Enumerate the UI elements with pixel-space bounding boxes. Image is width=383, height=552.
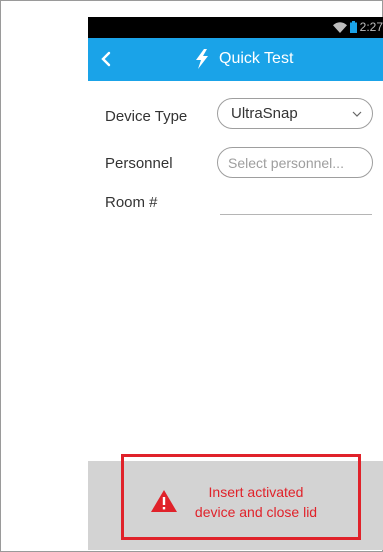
warning-icon bbox=[151, 490, 177, 512]
page-title: Quick Test bbox=[219, 50, 294, 67]
personnel-label: Personnel bbox=[105, 155, 173, 172]
lightning-bolt-icon bbox=[196, 49, 208, 69]
form-area: Device Type UltraSnap Personnel Room # bbox=[88, 81, 383, 461]
chevron-down-icon bbox=[352, 111, 362, 117]
back-icon[interactable] bbox=[98, 50, 116, 68]
app-bar: Quick Test bbox=[88, 38, 383, 81]
alert-line-2: device and close lid bbox=[194, 504, 318, 520]
status-time: 2:27 bbox=[359, 20, 383, 34]
room-input-underline bbox=[220, 214, 372, 215]
room-input[interactable] bbox=[220, 189, 376, 215]
personnel-input[interactable] bbox=[217, 147, 373, 178]
device-type-label: Device Type bbox=[105, 108, 188, 125]
battery-icon bbox=[349, 21, 357, 33]
alert-line-1: Insert activated bbox=[208, 484, 304, 500]
room-label: Room # bbox=[105, 194, 158, 211]
status-bar: 2:27 bbox=[88, 17, 383, 38]
wifi-icon bbox=[332, 21, 347, 33]
device-type-value: UltraSnap bbox=[231, 105, 298, 122]
device-type-select[interactable]: UltraSnap bbox=[217, 98, 373, 129]
alert-message: Insert activated device and close lid bbox=[181, 482, 331, 522]
